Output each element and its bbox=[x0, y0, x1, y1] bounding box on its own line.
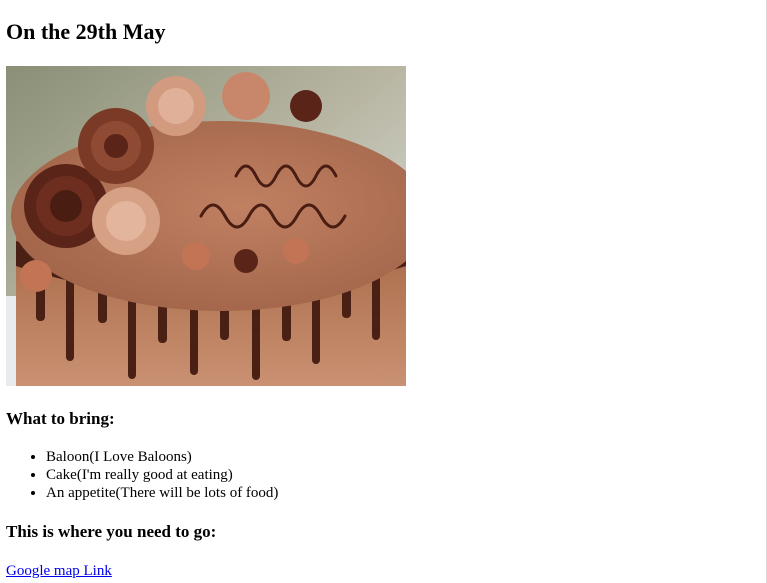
list-item: Baloon(I Love Baloons) bbox=[46, 448, 278, 466]
google-map-link[interactable]: Google map Link bbox=[6, 562, 112, 580]
list-item: Cake(I'm really good at eating) bbox=[46, 466, 278, 484]
page-title: On the 29th May bbox=[6, 19, 166, 44]
list-item: An appetite(There will be lots of food) bbox=[46, 484, 278, 502]
bring-list: Baloon(I Love Baloons) Cake(I'm really g… bbox=[6, 448, 278, 502]
birthday-cake-image bbox=[6, 66, 406, 386]
location-heading: This is where you need to go: bbox=[6, 522, 217, 541]
what-to-bring-heading: What to bring: bbox=[6, 409, 115, 428]
